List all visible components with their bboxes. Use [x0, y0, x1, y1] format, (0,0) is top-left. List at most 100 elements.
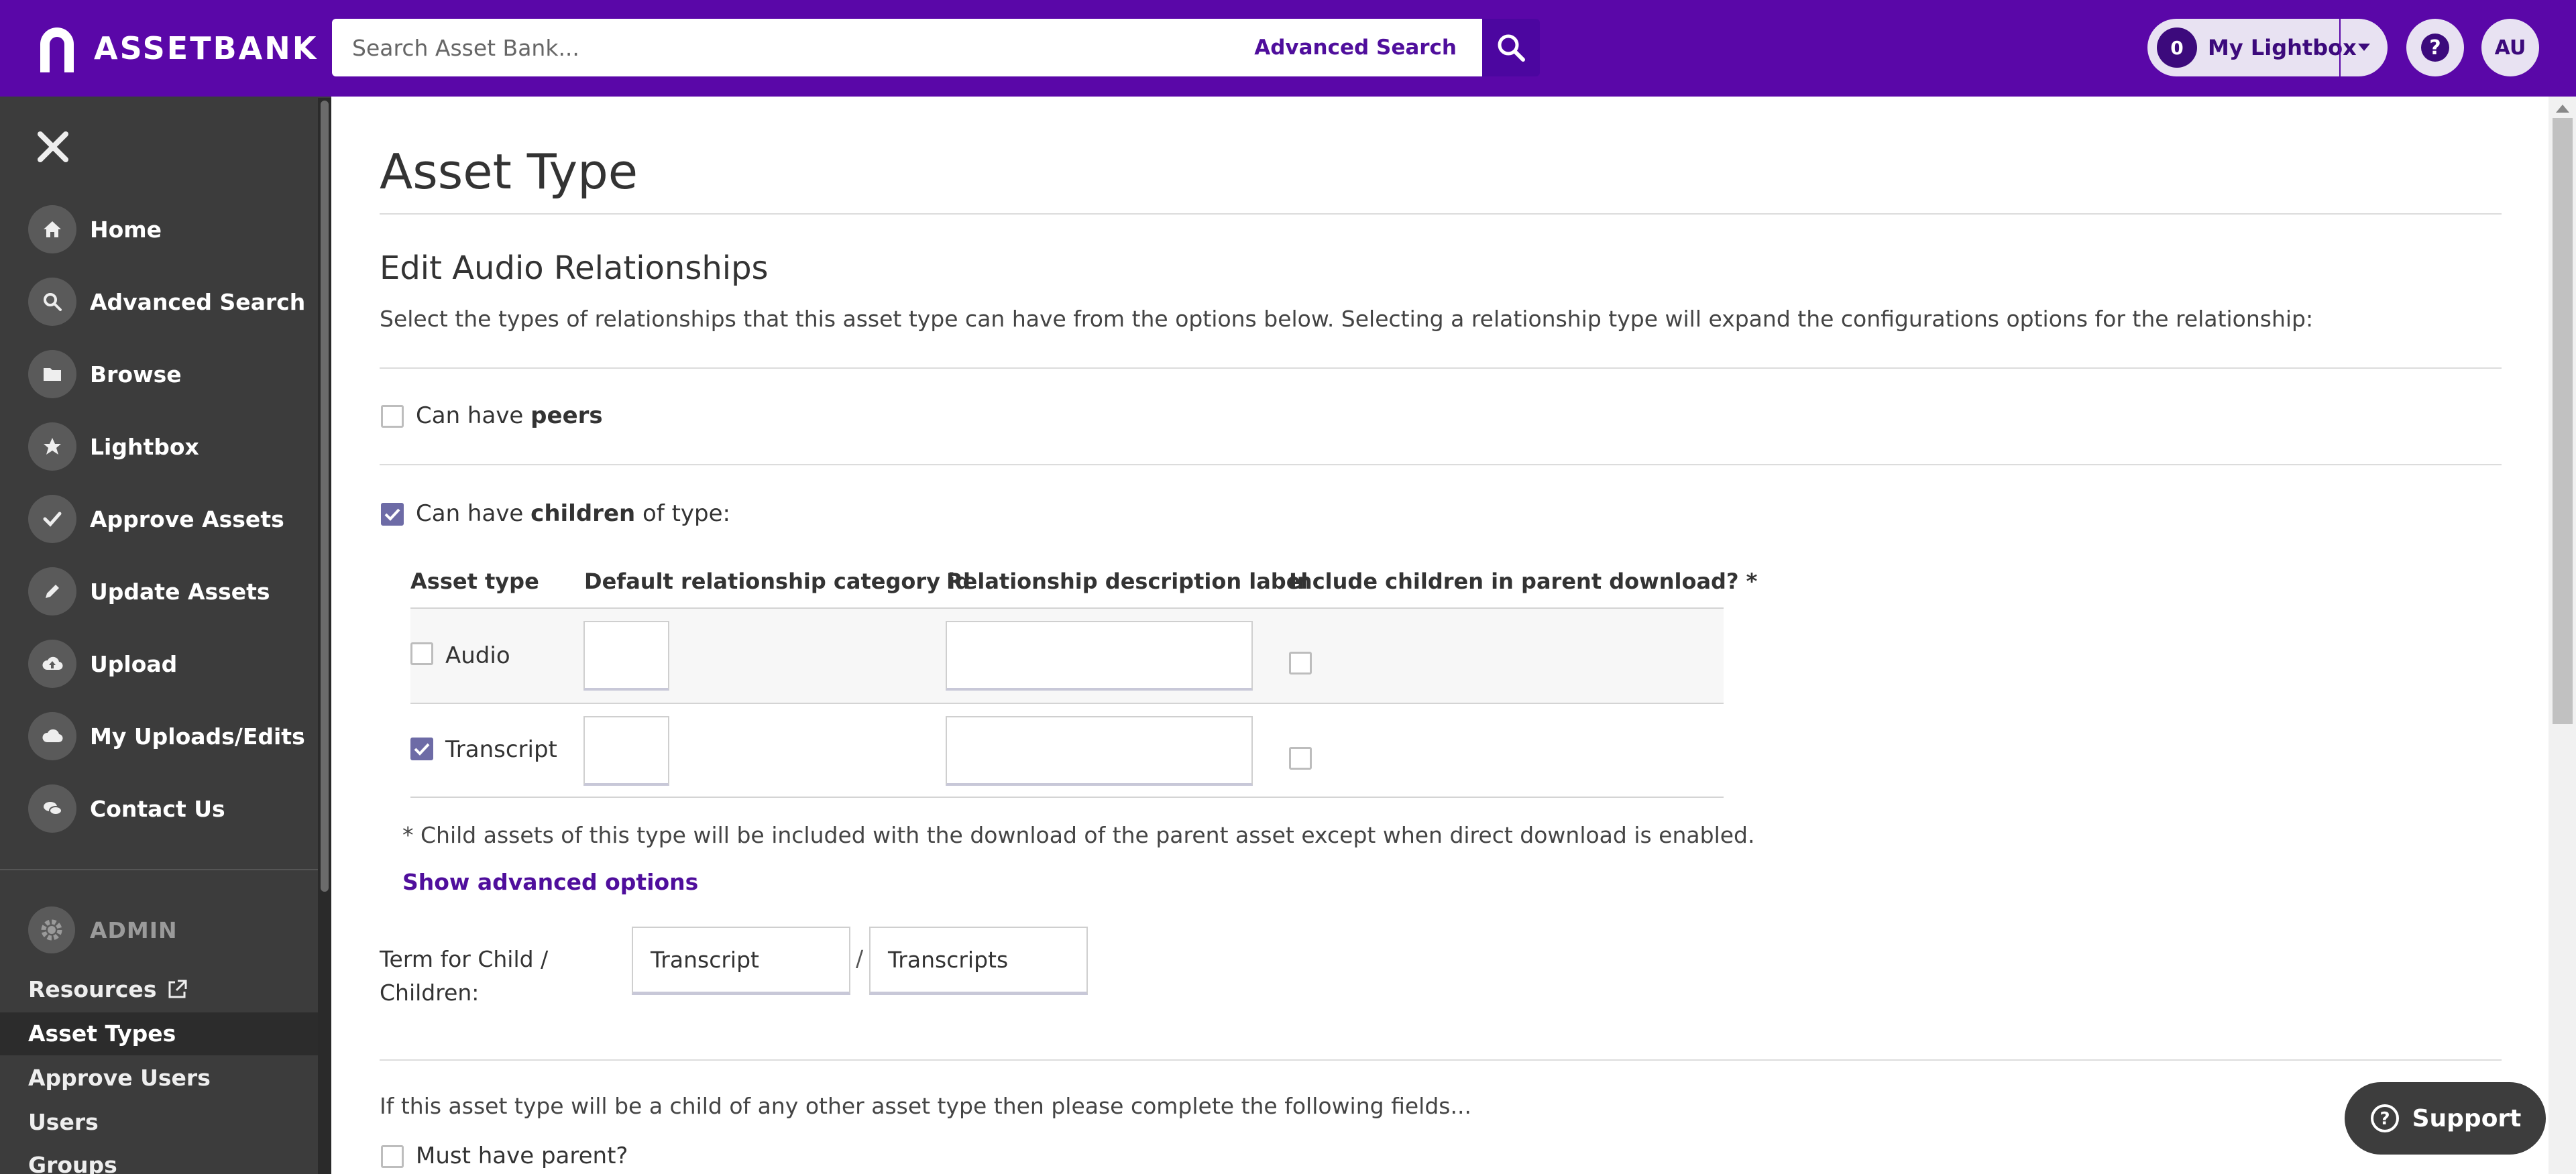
my-lightbox-button[interactable]: 0 My Lightbox: [2147, 19, 2388, 76]
sidebar-scrollbar-thumb[interactable]: [321, 101, 329, 892]
sidebar-item-label: My Uploads/Edits: [90, 723, 305, 750]
category-id-input[interactable]: [583, 621, 669, 691]
admin-link-users[interactable]: Users: [28, 1109, 99, 1135]
sidebar-item-browse[interactable]: Browse: [28, 350, 310, 398]
intro-divider: [380, 367, 2502, 369]
child-fields-text: If this asset type will be a child of an…: [380, 1093, 1471, 1119]
sidebar-item-label: Home: [90, 216, 162, 243]
sidebar-item-my-uploads[interactable]: My Uploads/Edits: [28, 712, 310, 760]
sidebar-item-label: Upload: [90, 650, 178, 677]
row-asset-type-label: Transcript: [445, 736, 557, 763]
column-header-asset-type: Asset type: [410, 569, 539, 594]
folder-icon: [28, 350, 76, 398]
term-label: Term for Child / Children:: [380, 946, 549, 1006]
term-singular-input[interactable]: Transcript: [632, 927, 850, 995]
advanced-search-link[interactable]: Advanced Search: [1254, 36, 1457, 60]
column-header-description-label: Relationship description label: [946, 569, 1308, 594]
search-icon: [28, 278, 76, 326]
must-have-parent-label: Must have parent?: [416, 1142, 628, 1169]
caret-down-icon: [2358, 44, 2370, 51]
admin-link-label: Users: [28, 1109, 99, 1135]
admin-link-label: Asset Types: [28, 1020, 176, 1047]
sidebar-item-upload[interactable]: Upload: [28, 640, 310, 688]
sidebar-item-update-assets[interactable]: Update Assets: [28, 567, 310, 615]
peers-divider: [380, 464, 2502, 465]
description-label-input[interactable]: [946, 716, 1253, 786]
sidebar-item-advanced-search[interactable]: Advanced Search: [28, 278, 310, 326]
close-icon[interactable]: [34, 127, 72, 166]
scroll-up-arrow-icon[interactable]: [2556, 105, 2569, 113]
check-icon: [414, 743, 430, 756]
row-audio-checkbox[interactable]: [410, 642, 433, 665]
sidebar-item-label: Browse: [90, 361, 182, 388]
sidebar-item-label: Approve Assets: [90, 506, 284, 532]
star-icon: [28, 422, 76, 471]
term-separator: /: [856, 945, 864, 972]
support-button[interactable]: ? Support: [2345, 1082, 2546, 1155]
table-row-divider: [410, 797, 1724, 798]
sidebar-divider: [0, 869, 318, 870]
admin-link-label: Groups: [28, 1152, 117, 1174]
category-id-input[interactable]: [583, 716, 669, 786]
logo-text: ASSETBANK: [94, 30, 319, 66]
column-header-include-children: Include children in parent download? *: [1289, 569, 1758, 594]
intro-text: Select the types of relationships that t…: [380, 306, 2314, 332]
chat-icon: [28, 784, 76, 833]
peers-checkbox[interactable]: [381, 405, 404, 428]
search-bar: Advanced Search: [332, 19, 1482, 76]
admin-link-approve-users[interactable]: Approve Users: [28, 1065, 211, 1091]
search-icon: [1498, 34, 1525, 62]
sidebar-item-lightbox[interactable]: Lightbox: [28, 422, 310, 471]
search-button[interactable]: [1482, 19, 1540, 76]
lightbox-count-badge: 0: [2157, 27, 2197, 68]
svg-text:?: ?: [2379, 1109, 2390, 1129]
term-divider: [380, 1059, 2502, 1061]
question-icon: ?: [2421, 34, 2449, 62]
lightbox-dropdown-toggle[interactable]: [2341, 19, 2388, 76]
include-children-checkbox[interactable]: [1289, 652, 1312, 674]
show-advanced-options-link[interactable]: Show advanced options: [402, 869, 698, 895]
user-avatar[interactable]: AU: [2481, 19, 2539, 76]
lightbox-label: My Lightbox: [2208, 35, 2357, 60]
logo-icon: [40, 27, 74, 72]
peers-label: Can have peers: [416, 402, 603, 429]
help-circle-icon: ?: [2370, 1104, 2399, 1132]
sidebar-item-label: Update Assets: [90, 578, 270, 605]
cloud-icon: [28, 712, 76, 760]
sidebar-item-label: Contact Us: [90, 795, 225, 822]
help-button[interactable]: ?: [2406, 19, 2464, 76]
sidebar-item-contact-us[interactable]: Contact Us: [28, 784, 310, 833]
include-children-checkbox[interactable]: [1289, 747, 1312, 770]
pencil-icon: [28, 567, 76, 615]
home-icon: [28, 205, 76, 253]
admin-link-groups[interactable]: Groups: [28, 1152, 117, 1174]
sidebar-item-label: Advanced Search: [90, 288, 306, 315]
description-label-input[interactable]: [946, 621, 1253, 691]
page-title: Asset Type: [380, 143, 638, 200]
admin-link-resources[interactable]: Resources: [28, 976, 188, 1002]
admin-label: ADMIN: [90, 917, 178, 943]
row-transcript-checkbox[interactable]: [410, 738, 433, 760]
section-title: Edit Audio Relationships: [380, 249, 769, 287]
sidebar-item-approve-assets[interactable]: Approve Assets: [28, 495, 310, 543]
term-plural-input[interactable]: Transcripts: [869, 927, 1088, 995]
admin-link-label: Approve Users: [28, 1065, 211, 1091]
check-icon: [28, 495, 76, 543]
table-row-divider: [410, 703, 1724, 704]
title-divider: [380, 213, 2502, 215]
search-input[interactable]: [332, 19, 1255, 76]
children-label: Can have children of type:: [416, 500, 731, 527]
admin-link-label: Resources: [28, 976, 157, 1002]
assetbank-logo[interactable]: ASSETBANK: [35, 24, 318, 72]
must-have-parent-checkbox[interactable]: [381, 1145, 404, 1168]
sidebar-item-home[interactable]: Home: [28, 205, 310, 253]
admin-link-asset-types[interactable]: Asset Types: [28, 1020, 176, 1047]
support-label: Support: [2412, 1104, 2522, 1132]
page-scrollbar-thumb[interactable]: [2553, 118, 2573, 724]
cloud-upload-icon: [28, 640, 76, 688]
sidebar-item-label: Lightbox: [90, 433, 199, 460]
external-link-icon: [168, 980, 187, 998]
column-header-category-id: Default relationship category id: [584, 569, 970, 594]
gear-icon: [28, 906, 75, 953]
children-checkbox[interactable]: [381, 503, 404, 526]
